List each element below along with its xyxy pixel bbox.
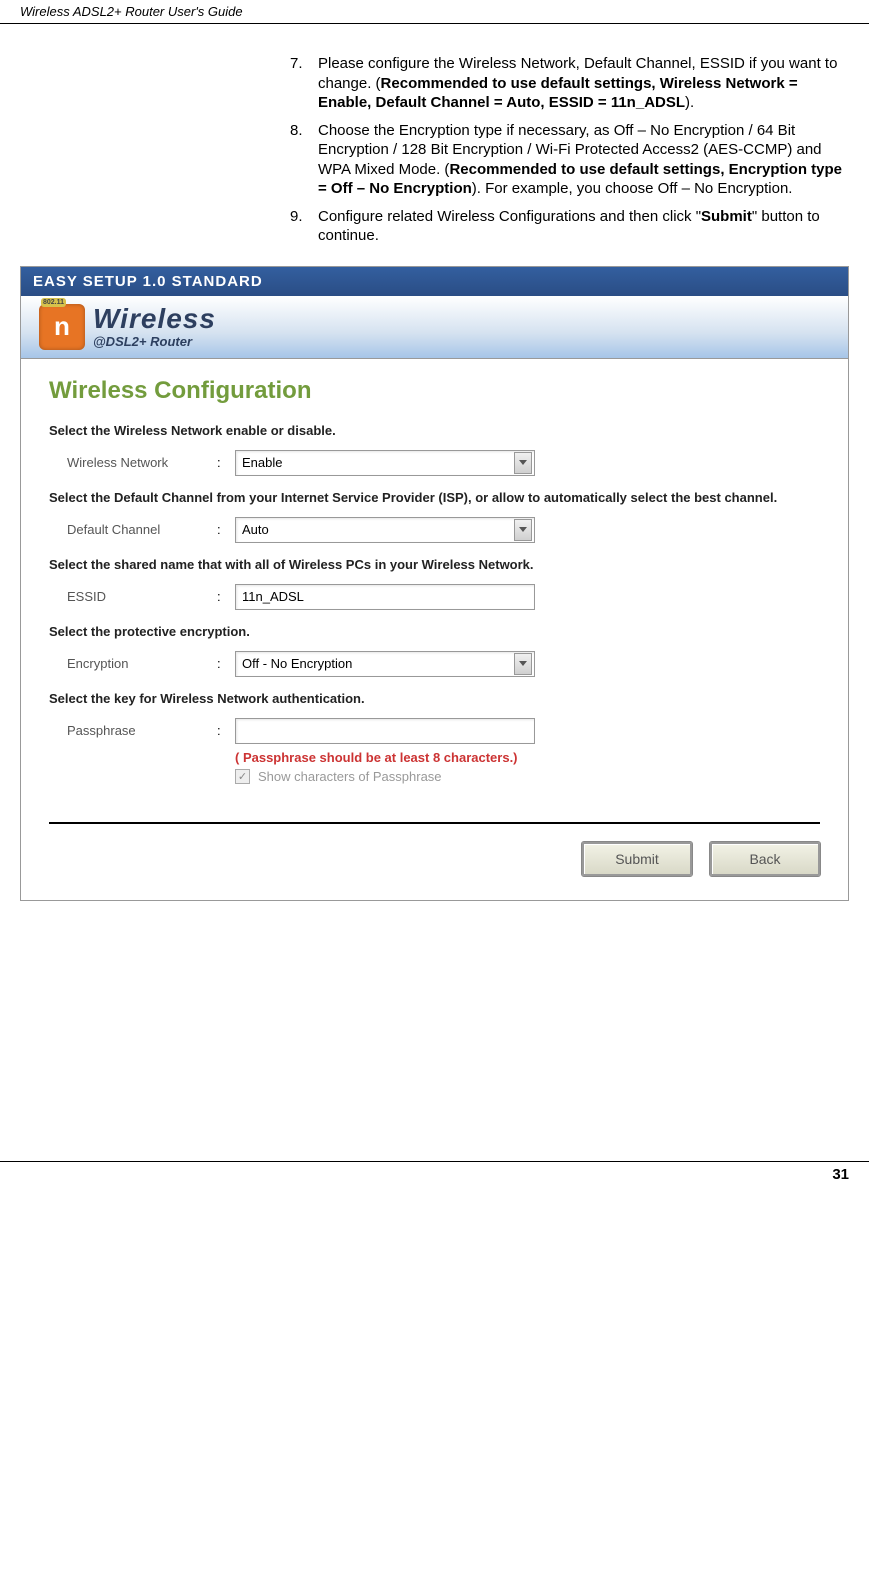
row-show-chars: ✓ Show characters of Passphrase	[235, 769, 820, 784]
chevron-down-icon[interactable]	[514, 653, 532, 675]
logo-badge: 802.11	[41, 298, 66, 307]
select-value: Auto	[242, 522, 269, 537]
select-value: Enable	[242, 455, 282, 470]
prompt-encryption: Select the protective encryption.	[49, 624, 820, 639]
config-section: Wireless Configuration Select the Wirele…	[21, 359, 848, 792]
label-default-channel: Default Channel	[67, 522, 217, 537]
logo-n-icon: 802.11 n	[39, 304, 85, 350]
warn-passphrase: ( Passphrase should be at least 8 charac…	[235, 750, 820, 765]
chevron-down-icon[interactable]	[514, 519, 532, 541]
button-bar: Submit Back	[49, 822, 820, 900]
row-encryption: Encryption : Off - No Encryption	[67, 651, 820, 677]
select-value: Off - No Encryption	[242, 656, 352, 671]
label-encryption: Encryption	[67, 656, 217, 671]
select-wireless-network[interactable]: Enable	[235, 450, 535, 476]
back-button[interactable]: Back	[710, 842, 820, 876]
page-header: Wireless ADSL2+ Router User's Guide	[0, 0, 869, 24]
colon: :	[217, 723, 235, 738]
prompt-key: Select the key for Wireless Network auth…	[49, 691, 820, 706]
section-title: Wireless Configuration	[49, 377, 820, 405]
row-essid: ESSID : 11n_ADSL	[67, 584, 820, 610]
colon: :	[217, 522, 235, 537]
app-body: 802.11 n Wireless @DSL2+ Router Wireless…	[21, 296, 848, 900]
row-wireless-network: Wireless Network : Enable	[67, 450, 820, 476]
prompt-essid: Select the shared name that with all of …	[49, 557, 820, 572]
colon: :	[217, 455, 235, 470]
item-number: 9.	[290, 207, 318, 246]
logo: 802.11 n Wireless @DSL2+ Router	[39, 304, 830, 350]
input-value: 11n_ADSL	[242, 589, 304, 604]
input-essid[interactable]: 11n_ADSL	[235, 584, 535, 610]
logo-band: 802.11 n Wireless @DSL2+ Router	[21, 296, 848, 359]
content-area: 7. Please configure the Wireless Network…	[0, 24, 869, 901]
label-wireless-network: Wireless Network	[67, 455, 217, 470]
instruction-item: 7. Please configure the Wireless Network…	[290, 54, 849, 113]
item-text: Please configure the Wireless Network, D…	[318, 54, 849, 113]
app-screenshot: EASY SETUP 1.0 STANDARD 802.11 n Wireles…	[20, 266, 849, 901]
window-title-bar: EASY SETUP 1.0 STANDARD	[21, 267, 848, 296]
item-text: Choose the Encryption type if necessary,…	[318, 121, 849, 199]
colon: :	[217, 589, 235, 604]
item-number: 7.	[290, 54, 318, 113]
row-default-channel: Default Channel : Auto	[67, 517, 820, 543]
prompt-channel: Select the Default Channel from your Int…	[49, 490, 820, 505]
guide-title: Wireless ADSL2+ Router User's Guide	[20, 4, 243, 19]
instruction-item: 9. Configure related Wireless Configurat…	[290, 207, 849, 246]
instruction-item: 8. Choose the Encryption type if necessa…	[290, 121, 849, 199]
select-default-channel[interactable]: Auto	[235, 517, 535, 543]
row-passphrase: Passphrase :	[67, 718, 820, 744]
input-passphrase[interactable]	[235, 718, 535, 744]
window-title: EASY SETUP 1.0 STANDARD	[33, 273, 263, 290]
label-essid: ESSID	[67, 589, 217, 604]
colon: :	[217, 656, 235, 671]
prompt-network: Select the Wireless Network enable or di…	[49, 423, 820, 438]
logo-sub: @DSL2+ Router	[93, 335, 216, 348]
label-show-chars: Show characters of Passphrase	[258, 769, 442, 784]
chevron-down-icon[interactable]	[514, 452, 532, 474]
submit-button[interactable]: Submit	[582, 842, 692, 876]
page-number: 31	[0, 1161, 869, 1195]
checkbox-show-chars[interactable]: ✓	[235, 769, 250, 784]
label-passphrase: Passphrase	[67, 723, 217, 738]
instructions-list: 7. Please configure the Wireless Network…	[290, 54, 849, 246]
logo-wireless: Wireless	[93, 305, 216, 333]
item-text: Configure related Wireless Configuration…	[318, 207, 849, 246]
logo-text: Wireless @DSL2+ Router	[93, 305, 216, 348]
select-encryption[interactable]: Off - No Encryption	[235, 651, 535, 677]
item-number: 8.	[290, 121, 318, 199]
